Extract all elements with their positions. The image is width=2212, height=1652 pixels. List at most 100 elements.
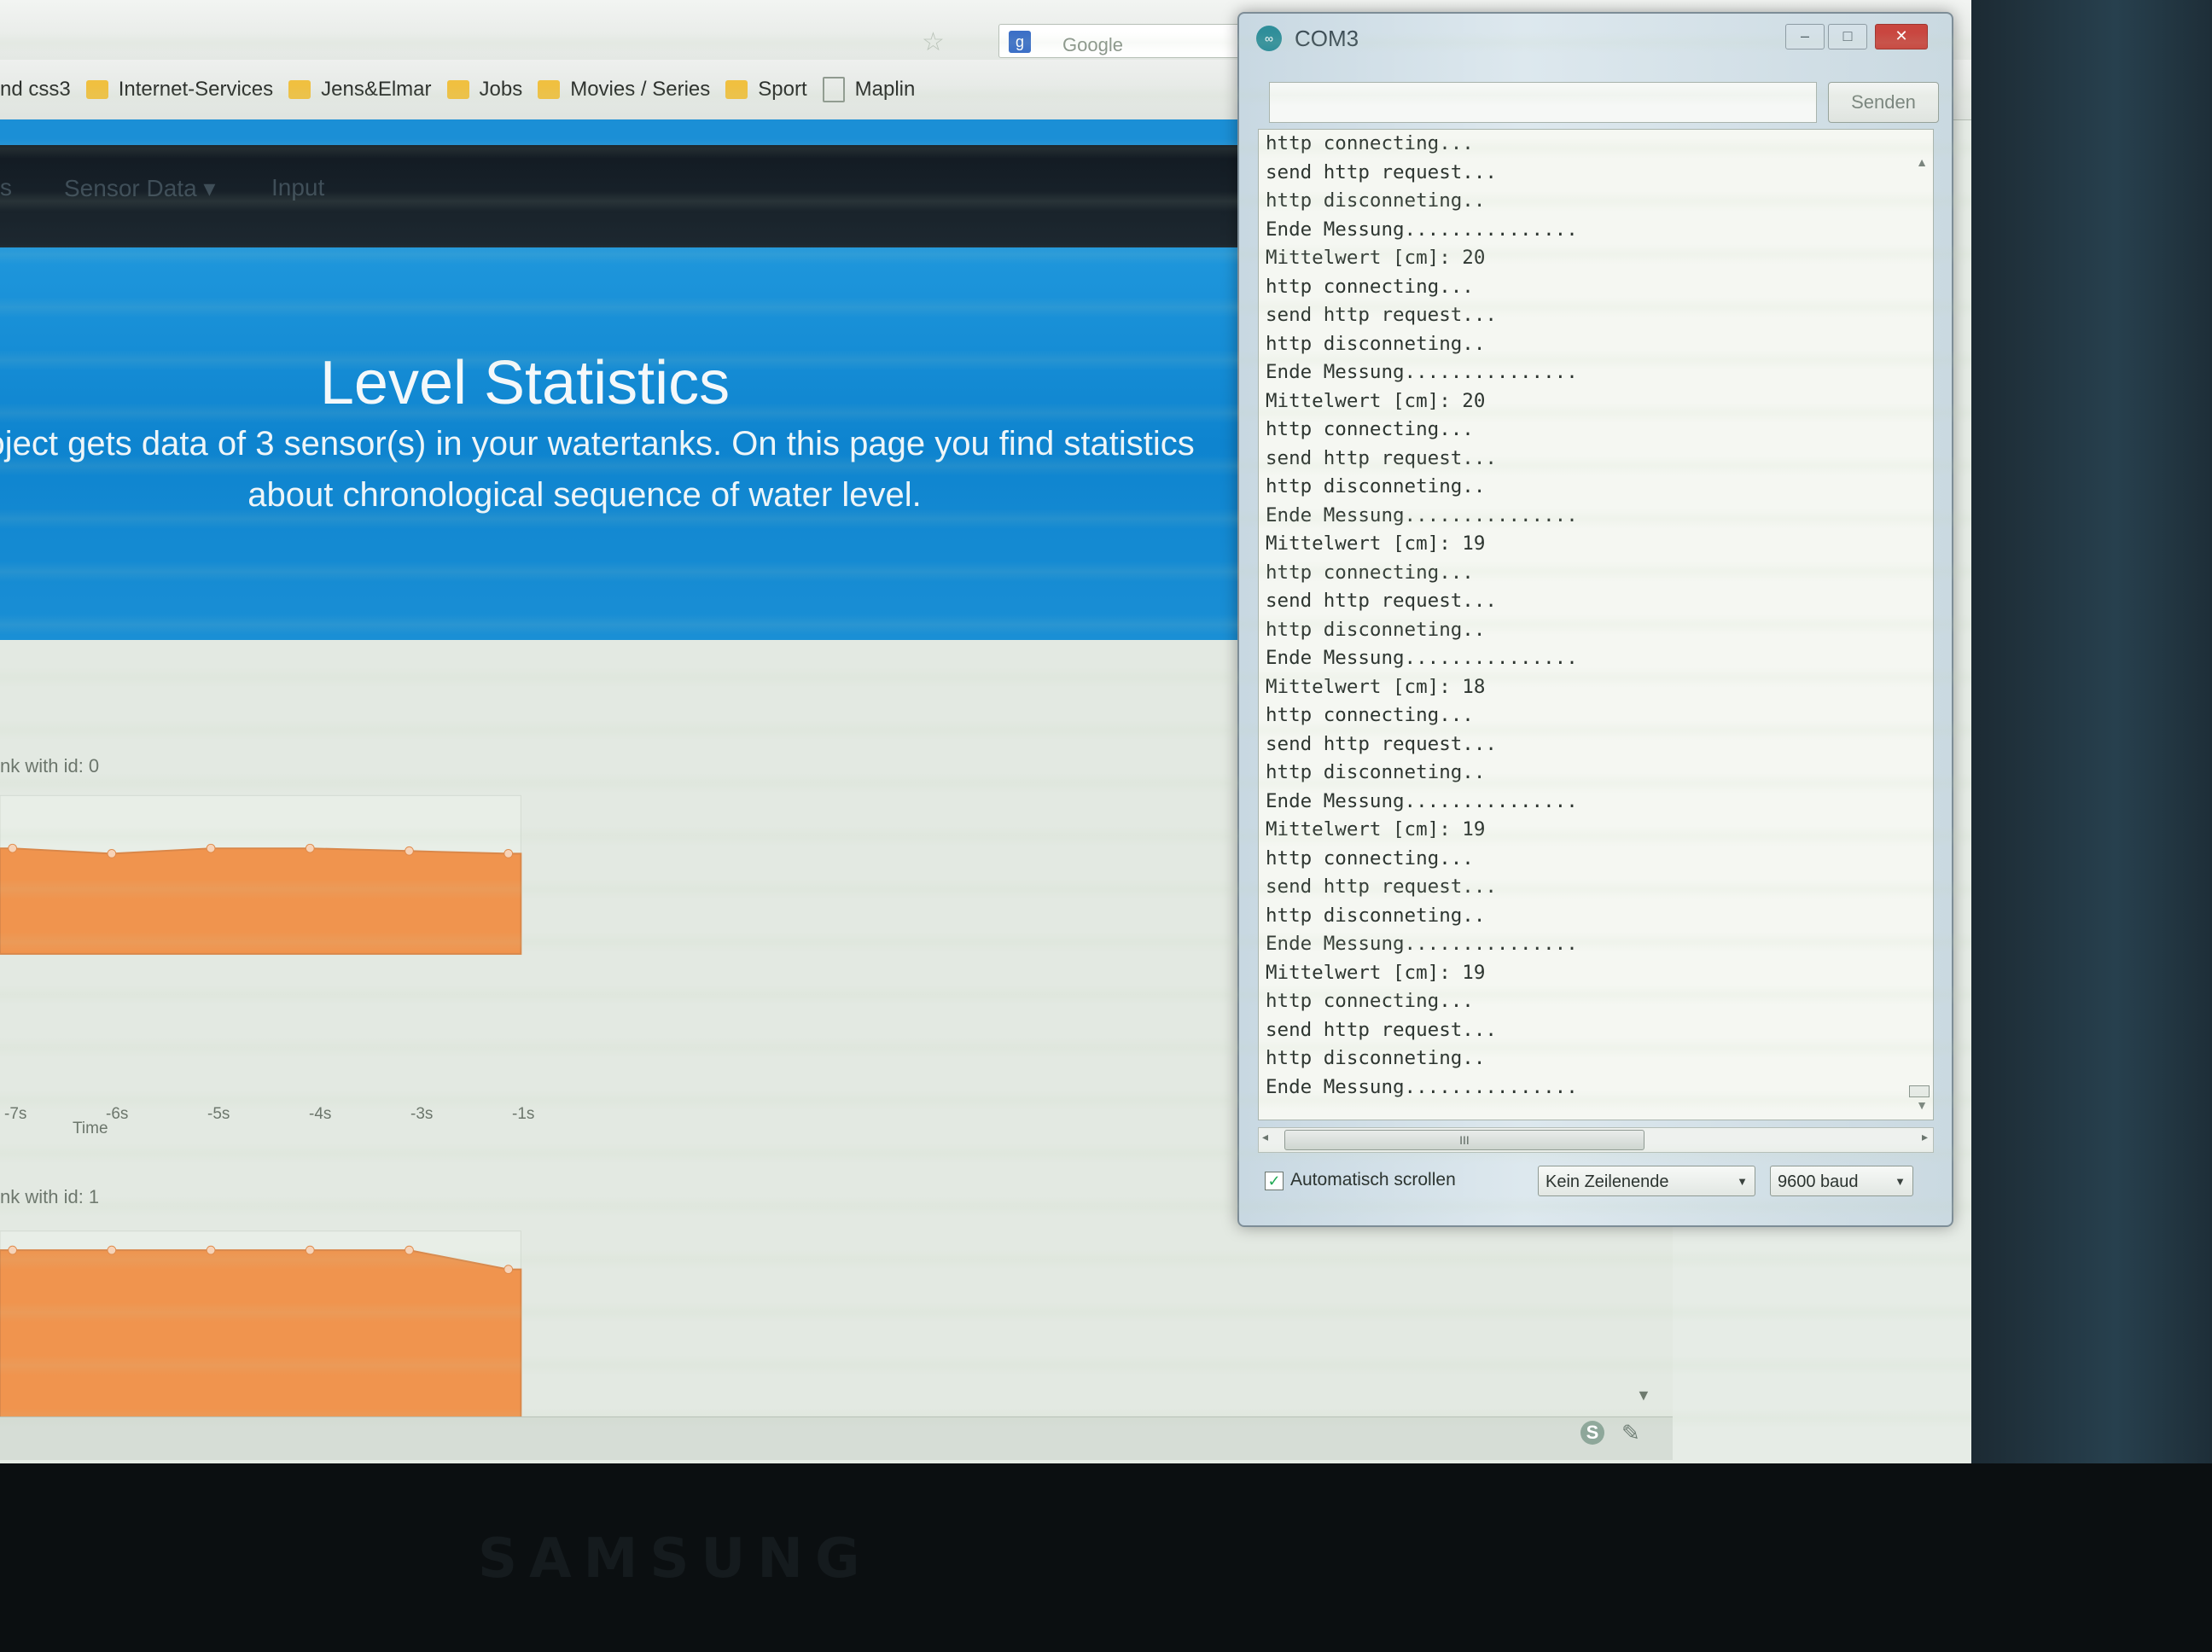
hero-description: roject gets data of 3 sensor(s) in your … [0, 425, 1195, 514]
chart-tank-0 [0, 794, 522, 955]
log-line: Ende Messung............... [1266, 1075, 1578, 1098]
log-line: Mittelwert [cm]: 20 [1266, 247, 1486, 269]
folder-icon [538, 80, 561, 99]
nav-item-partial[interactable]: s [0, 174, 12, 201]
search-engine-icon[interactable]: g [1009, 31, 1031, 53]
serial-output[interactable]: http connecting... send http request... ht… [1258, 129, 1934, 1120]
data-point[interactable] [504, 1265, 514, 1274]
chevron-down-icon: ▼ [1737, 1175, 1748, 1188]
bookmark-star-icon[interactable]: ☆ [922, 27, 945, 57]
log-line: Ende Messung............... [1266, 789, 1578, 812]
log-line: Mittelwert [cm]: 20 [1266, 389, 1486, 412]
line-ending-value: Kein Zeilenende [1545, 1172, 1669, 1191]
horizontal-scroll-thumb[interactable]: III [1284, 1130, 1644, 1150]
chart-title: nk with id: 0 [0, 755, 100, 777]
minimize-icon[interactable]: – [1785, 24, 1825, 49]
chart-title: nk with id: 1 [0, 1186, 100, 1207]
page-title: Level Statistics [319, 349, 731, 418]
log-line: Mittelwert [cm]: 19 [1266, 818, 1486, 841]
log-line: Mittelwert [cm]: 18 [1266, 675, 1486, 698]
bookmark-label: Sport [758, 78, 807, 101]
data-point[interactable] [107, 849, 117, 858]
x-tick-label: -3s [410, 1105, 434, 1123]
log-line: send http request... [1266, 1018, 1497, 1041]
bookmark-label: Jens&Elmar [321, 78, 432, 101]
addon-icon[interactable]: ✎ [1621, 1420, 1640, 1446]
skype-icon[interactable]: S [1580, 1421, 1604, 1445]
folder-icon [85, 80, 108, 99]
log-line: send http request... [1266, 875, 1497, 898]
nav-item-sensor-data[interactable]: Sensor Data ▾ [64, 174, 215, 202]
send-button[interactable]: Senden [1828, 82, 1939, 123]
monitor-bezel [0, 1463, 2212, 1652]
close-icon[interactable]: ✕ [1875, 24, 1928, 49]
page-icon [822, 77, 845, 102]
log-line: http disconneting.. [1266, 332, 1486, 355]
bookmark-folder-sport[interactable]: Sport [725, 78, 807, 102]
log-line: Ende Messung............... [1266, 218, 1578, 241]
baud-rate-select[interactable]: 9600 baud ▼ [1770, 1166, 1913, 1196]
series-area [0, 847, 522, 955]
window-title: COM3 [1295, 26, 1359, 51]
log-line: http connecting... [1266, 561, 1474, 584]
data-point[interactable] [8, 1245, 18, 1255]
log-line: http connecting... [1266, 132, 1474, 154]
bookmark-maplin[interactable]: Maplin [822, 77, 915, 102]
log-line: send http request... [1266, 446, 1497, 469]
autoscroll-checkbox[interactable]: ✓ [1265, 1172, 1284, 1190]
log-line: http connecting... [1266, 704, 1474, 726]
data-point[interactable] [107, 1245, 117, 1255]
log-line: http disconneting.. [1266, 1047, 1486, 1069]
vertical-scroll-thumb[interactable] [1909, 1085, 1930, 1097]
scroll-up-icon[interactable]: ▲ [1916, 155, 1928, 169]
scroll-right-icon[interactable]: ▸ [1922, 1130, 1928, 1144]
log-line: http disconneting.. [1266, 761, 1486, 783]
x-tick-label: -5s [207, 1105, 230, 1123]
data-point[interactable] [8, 843, 18, 853]
data-point[interactable] [305, 1245, 315, 1255]
serial-send-input[interactable] [1269, 82, 1817, 123]
data-point[interactable] [305, 843, 315, 853]
log-line: send http request... [1266, 732, 1497, 755]
x-tick-label: -7s [4, 1105, 27, 1123]
autoscroll-label[interactable]: Automatisch scrollen [1290, 1170, 1456, 1190]
bookmark-folder-internet-services[interactable]: Internet-Services [85, 78, 273, 102]
log-line: Mittelwert [cm]: 19 [1266, 532, 1486, 555]
data-point[interactable] [206, 1245, 216, 1255]
log-line: http connecting... [1266, 846, 1474, 870]
bookmark-folder-jobs[interactable]: Jobs [446, 78, 522, 102]
horizontal-scrollbar[interactable]: ◂ III ▸ [1258, 1127, 1934, 1153]
log-line: http disconneting.. [1266, 475, 1486, 497]
folder-icon [446, 80, 469, 99]
series-area [0, 1249, 522, 1424]
bookmark-item[interactable]: nd css3 [0, 78, 71, 102]
data-point[interactable] [504, 849, 514, 858]
log-line: send http request... [1266, 304, 1497, 326]
x-tick-label: -4s [309, 1105, 332, 1123]
arduino-icon: ∞ [1256, 26, 1282, 51]
chevron-down-icon: ▼ [1895, 1175, 1906, 1188]
background-wall [1971, 0, 2212, 1463]
page-scroll-down-icon[interactable]: ▼ [1636, 1387, 1651, 1405]
bookmark-folder-jens-elmar[interactable]: Jens&Elmar [288, 78, 432, 102]
scroll-down-icon[interactable]: ▼ [1916, 1098, 1928, 1112]
x-tick-label: -1s [512, 1105, 535, 1123]
data-point[interactable] [405, 846, 414, 856]
maximize-icon[interactable]: □ [1828, 24, 1867, 49]
folder-icon [288, 80, 311, 99]
serial-log: http connecting... send http request... ht… [1259, 130, 1933, 1102]
log-line: Ende Messung............... [1266, 361, 1578, 383]
scroll-left-icon[interactable]: ◂ [1262, 1130, 1268, 1144]
serial-monitor-window: ∞ COM3 – □ ✕ Senden http connecting... se… [1237, 12, 1953, 1227]
line-ending-select[interactable]: Kein Zeilenende ▼ [1538, 1166, 1755, 1196]
bookmark-folder-movies-series[interactable]: Movies / Series [538, 78, 710, 102]
log-line: http connecting... [1266, 990, 1474, 1012]
nav-item-input[interactable]: Input [271, 174, 324, 201]
folder-icon [725, 80, 748, 99]
log-line: Ende Messung............... [1266, 933, 1578, 955]
search-input[interactable] [998, 24, 1256, 58]
x-tick-label: -6s [106, 1105, 129, 1123]
data-point[interactable] [405, 1245, 414, 1255]
data-point[interactable] [206, 843, 216, 853]
log-line: send http request... [1266, 590, 1497, 612]
